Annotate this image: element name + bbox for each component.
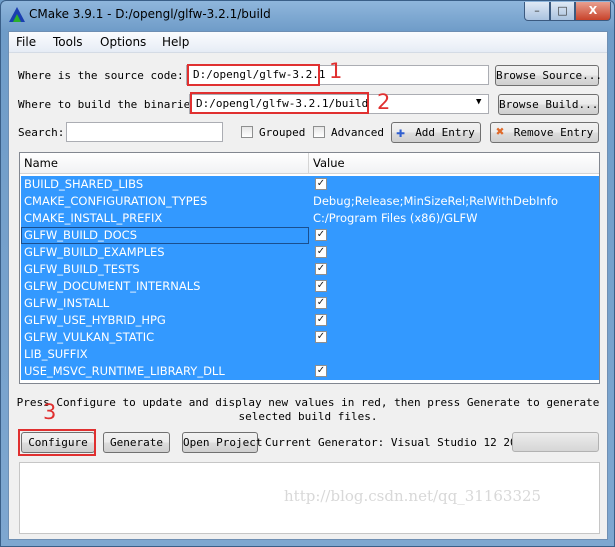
row-value[interactable]: Debug;Release;MinSizeRel;RelWithDebInfo bbox=[313, 194, 558, 208]
value-checkbox[interactable]: ✓ bbox=[315, 297, 327, 309]
row-name: CMAKE_CONFIGURATION_TYPES bbox=[24, 194, 208, 208]
add-entry-label: Add Entry bbox=[415, 126, 475, 139]
row-name: USE_MSVC_RUNTIME_LIBRARY_DLL bbox=[24, 364, 225, 378]
value-checkbox[interactable]: ✓ bbox=[315, 280, 327, 292]
source-label: Where is the source code: bbox=[18, 69, 184, 82]
search-label: Search: bbox=[18, 126, 65, 139]
table-row[interactable]: GLFW_BUILD_EXAMPLES ✓ bbox=[21, 244, 599, 261]
hint-text: Press Configure to update and display ne… bbox=[9, 396, 607, 424]
hint-line-1: Press Configure to update and display ne… bbox=[16, 396, 600, 409]
row-name: LIB_SUFFIX bbox=[24, 347, 88, 361]
remove-entry-label: Remove Entry bbox=[513, 126, 594, 139]
table-row[interactable]: CMAKE_INSTALL_PREFIX C:/Program Files (x8… bbox=[21, 210, 599, 227]
cache-table[interactable]: Name Value BUILD_SHARED_LIBS ✓ CMAKE_CONFI… bbox=[19, 152, 600, 384]
generate-button[interactable]: Generate bbox=[103, 432, 170, 453]
remove-x-icon: ✖ bbox=[496, 124, 505, 140]
value-checkbox[interactable]: ✓ bbox=[315, 263, 327, 275]
header-name[interactable]: Name bbox=[24, 156, 58, 170]
search-input[interactable] bbox=[66, 122, 223, 142]
table-row[interactable]: USE_MSVC_RUNTIME_LIBRARY_DLL ✓ bbox=[21, 363, 599, 380]
minimize-button[interactable]: – bbox=[524, 2, 550, 21]
row-name: GLFW_BUILD_EXAMPLES bbox=[24, 245, 165, 259]
value-checkbox[interactable]: ✓ bbox=[315, 331, 327, 343]
value-checkbox[interactable]: ✓ bbox=[315, 246, 327, 258]
table-row[interactable]: GLFW_BUILD_TESTS ✓ bbox=[21, 261, 599, 278]
header-value[interactable]: Value bbox=[313, 156, 345, 170]
table-row[interactable]: BUILD_SHARED_LIBS ✓ bbox=[21, 176, 599, 193]
annotation-1: 1 bbox=[329, 59, 343, 83]
table-row[interactable]: GLFW_DOCUMENT_INTERNALS ✓ bbox=[21, 278, 599, 295]
row-name: GLFW_INSTALL bbox=[24, 296, 110, 310]
value-checkbox[interactable]: ✓ bbox=[315, 229, 327, 241]
menu-tools[interactable]: Tools bbox=[53, 35, 83, 49]
menu-bar: File Tools Options Help bbox=[9, 32, 607, 53]
row-value[interactable]: C:/Program Files (x86)/GLFW bbox=[313, 211, 477, 225]
annotation-2: 2 bbox=[377, 90, 391, 114]
browse-source-button[interactable]: Browse Source... bbox=[495, 65, 602, 86]
table-row[interactable]: GLFW_VULKAN_STATIC ✓ bbox=[21, 329, 599, 346]
table-row[interactable]: GLFW_USE_HYBRID_HPG ✓ bbox=[21, 312, 599, 329]
current-generator: Current Generator: Visual Studio 12 2013 bbox=[265, 436, 530, 449]
progress-bar bbox=[512, 432, 599, 452]
menu-file[interactable]: File bbox=[16, 35, 36, 49]
menu-options[interactable]: Options bbox=[100, 35, 146, 49]
value-checkbox[interactable]: ✓ bbox=[315, 178, 327, 190]
table-header: Name Value bbox=[20, 153, 599, 174]
cmake-logo-icon bbox=[9, 7, 25, 22]
value-checkbox[interactable]: ✓ bbox=[315, 314, 327, 326]
annotation-box-2 bbox=[190, 92, 369, 114]
close-button[interactable]: X bbox=[575, 2, 611, 21]
watermark: http://blog.csdn.net/qq_31163325 bbox=[284, 487, 542, 505]
row-name: BUILD_SHARED_LIBS bbox=[24, 177, 144, 191]
maximize-button[interactable]: □ bbox=[550, 2, 575, 21]
client-area: File Tools Options Help Where is the sou… bbox=[8, 31, 608, 540]
table-row[interactable]: CMAKE_CONFIGURATION_TYPES Debug;Release;M… bbox=[21, 193, 599, 210]
row-name: GLFW_BUILD_TESTS bbox=[24, 262, 140, 276]
hint-line-2: selected build files. bbox=[238, 410, 378, 423]
row-name: GLFW_USE_HYBRID_HPG bbox=[24, 313, 166, 327]
advanced-label: Advanced bbox=[331, 126, 384, 139]
build-label: Where to build the binaries: bbox=[18, 98, 204, 111]
browse-build-button[interactable]: Browse Build... bbox=[498, 94, 599, 115]
open-project-button[interactable]: Open Project bbox=[182, 432, 262, 453]
row-name: GLFW_VULKAN_STATIC bbox=[24, 330, 155, 344]
grouped-checkbox[interactable] bbox=[241, 126, 253, 138]
window-title: CMake 3.9.1 - D:/opengl/glfw-3.2.1/build bbox=[29, 7, 271, 21]
row-name: CMAKE_INSTALL_PREFIX bbox=[24, 211, 163, 225]
add-entry-button[interactable]: ✚ Add Entry bbox=[391, 122, 481, 143]
annotation-3: 3 bbox=[43, 400, 57, 424]
annotation-box-3 bbox=[18, 429, 96, 456]
row-name: GLFW_DOCUMENT_INTERNALS bbox=[24, 279, 201, 293]
table-row[interactable]: GLFW_BUILD_DOCS ✓ bbox=[21, 227, 599, 244]
table-row[interactable]: GLFW_INSTALL ✓ bbox=[21, 295, 599, 312]
advanced-checkbox[interactable] bbox=[313, 126, 325, 138]
table-row[interactable]: LIB_SUFFIX bbox=[21, 346, 599, 363]
value-checkbox[interactable]: ✓ bbox=[315, 365, 327, 377]
menu-help[interactable]: Help bbox=[162, 35, 189, 49]
remove-entry-button[interactable]: ✖ Remove Entry bbox=[490, 122, 599, 143]
focus-rect bbox=[21, 227, 309, 244]
annotation-box-1 bbox=[187, 64, 320, 86]
plus-icon: ✚ bbox=[396, 123, 406, 141]
chevron-down-icon[interactable]: ▼ bbox=[476, 97, 481, 107]
grouped-label: Grouped bbox=[259, 126, 306, 139]
cmake-window: CMake 3.9.1 - D:/opengl/glfw-3.2.1/build… bbox=[0, 0, 615, 547]
